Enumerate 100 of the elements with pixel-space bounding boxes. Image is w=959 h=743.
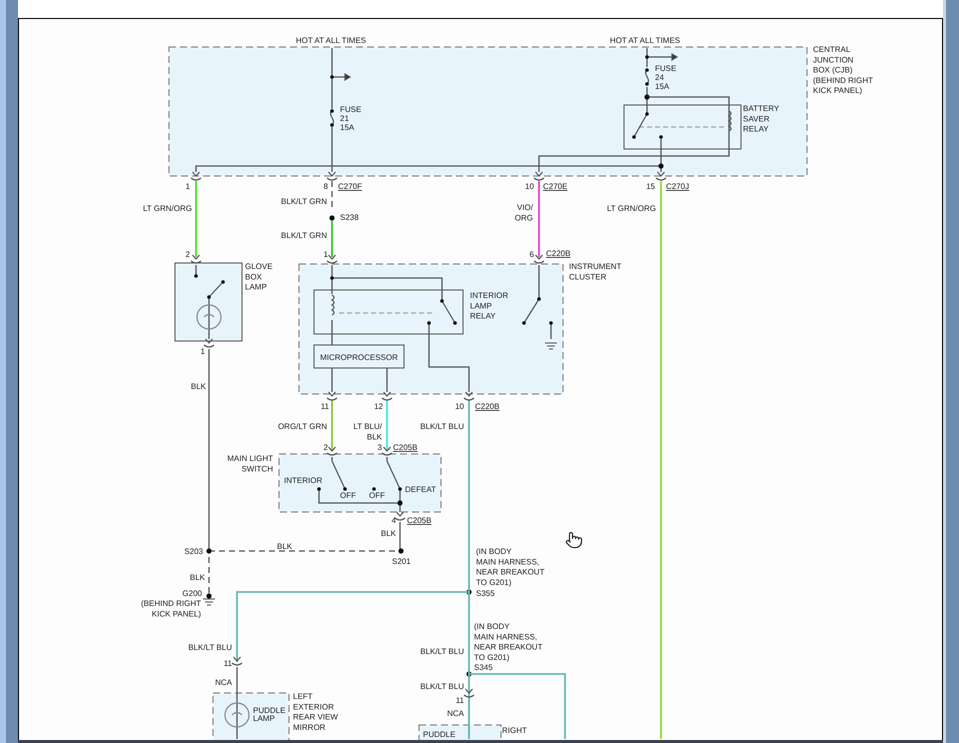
fuse-icon (645, 68, 650, 86)
splice-dot (330, 216, 336, 221)
component-label: CENTRAL JUNCTION BOX (CJB) (BEHIND RIGHT KICK PANEL) (813, 45, 874, 96)
note-label: HOT AT ALL TIMES (610, 36, 681, 46)
note-label: OFF (369, 491, 386, 500)
pin-number: 2 (186, 250, 190, 260)
component-label: LEFT EXTERIOR REAR VIEW MIRROR (293, 692, 338, 732)
splice-dot (658, 164, 664, 169)
lamp-icon (224, 702, 250, 728)
wire-label: BLK/LT BLU (420, 647, 464, 656)
wire (646, 48, 648, 68)
wire-label: BLK (190, 573, 206, 582)
wire-label: BLK/LT GRN (282, 231, 328, 240)
wire-label: LT GRN/ORG (607, 204, 656, 214)
connector-label: C220B (475, 402, 500, 412)
wire (550, 323, 552, 340)
ground-icon (202, 598, 216, 606)
connector-icon (395, 512, 406, 521)
coil-icon (332, 294, 335, 316)
component-label: MICROPROCESSOR (320, 353, 398, 362)
component-label: PUDDLE LAMP (253, 706, 286, 724)
pin-number: 4 (392, 516, 396, 526)
note-label: (IN BODY MAIN HARNESS, NEAR BREAKOUT TO G201) (474, 622, 543, 662)
pin-number: 1 (324, 250, 328, 260)
component-label: INSTRUMENT CLUSTER (569, 262, 622, 282)
pin-number: 10 (456, 402, 464, 412)
pin-number: 10 (526, 182, 534, 192)
component-label: FUSE 24 15A (655, 64, 677, 92)
note-label: HOT AT ALL TIMES (296, 36, 367, 46)
switch-icon (330, 276, 458, 325)
pin-number: 6 (530, 250, 534, 260)
wire-label: LT GRN/ORG (143, 204, 192, 214)
pin-number: 3 (378, 443, 382, 452)
note-label: DEFEAT (405, 485, 436, 494)
wire (208, 557, 210, 594)
connector-label: C205B (407, 516, 432, 526)
wire-label: NCA (216, 678, 232, 688)
arrow-icon (646, 53, 679, 62)
splice-label: S355 (476, 589, 496, 598)
wire-label: VIO/ ORG (515, 203, 534, 222)
pin-number: 1 (186, 182, 190, 192)
splice-dot (206, 594, 212, 599)
splice-dot (466, 672, 472, 677)
wire-label: ORG/LT GRN (278, 422, 328, 432)
component-label: PUDDLE (423, 730, 456, 740)
pin-number: 15 (646, 182, 656, 192)
pin-number: 1 (201, 347, 206, 356)
wire-label: BLK/LT GRN (282, 197, 328, 206)
switch-icon (522, 297, 554, 325)
note-label: INTERIOR (284, 476, 323, 486)
wire-label: BLK (191, 382, 206, 392)
splice-label: S203 (184, 547, 204, 556)
wire-label: BLK (381, 529, 396, 538)
component-label: GLOVE BOX LAMP (245, 262, 274, 292)
wire-label: BLK/LT BLU (188, 643, 232, 652)
wire-label: LT BLU/ BLK (354, 422, 382, 442)
pin-number: 11 (224, 659, 232, 668)
lamp-icon (196, 304, 222, 330)
splice-dot (644, 94, 650, 100)
note-label: OFF (340, 491, 356, 500)
wire-label: NCA (448, 709, 464, 718)
connector-label: C220B (546, 249, 571, 258)
pin-number: 11 (456, 696, 464, 706)
component-label: INTERIOR LAMP RELAY (470, 291, 509, 321)
pin-number: 8 (324, 182, 328, 192)
wire (332, 320, 334, 346)
component-label: BATTERY SAVER RELAY (743, 104, 780, 134)
switch-icon (372, 460, 402, 491)
connector-label: C205B (393, 443, 418, 452)
ground-icon (544, 342, 558, 350)
splice-dot (398, 548, 404, 554)
wire (332, 48, 334, 110)
wire (208, 297, 210, 340)
connector-icon (204, 338, 215, 348)
fuse-icon (330, 109, 334, 127)
connector-label: C270F (338, 182, 362, 192)
component-label: FUSE 21 15A (340, 105, 362, 132)
switch-icon (194, 274, 226, 299)
wire-label: BLK/LT BLU (420, 422, 464, 432)
note-label: (BEHIND RIGHT KICK PANEL) (141, 599, 202, 618)
connector-label: C270J (666, 182, 690, 192)
splice-dot (398, 500, 404, 506)
splice-dot (466, 590, 472, 595)
note-label: (IN BODY MAIN HARNESS, NEAR BREAKOUT TO G201) (476, 547, 545, 588)
splice-label: G200 (182, 589, 202, 598)
pin-number: 11 (321, 402, 330, 412)
connector-icon (327, 172, 338, 181)
wire-label: BLK (277, 542, 293, 552)
splice-label: S201 (392, 557, 412, 566)
connector-label: C270E (543, 182, 568, 192)
coil-icon (728, 110, 732, 132)
arrow-icon (330, 73, 352, 82)
splice-label: S238 (340, 213, 360, 222)
wire-label: BLK/LT BLU (420, 682, 464, 692)
component-label: RIGHT (502, 726, 528, 736)
component-label: MAIN LIGHT SWITCH (228, 454, 274, 474)
pin-number: 12 (374, 402, 384, 412)
switch-icon (632, 112, 664, 139)
splice-dot (206, 548, 212, 554)
splice-label: S345 (474, 663, 494, 672)
